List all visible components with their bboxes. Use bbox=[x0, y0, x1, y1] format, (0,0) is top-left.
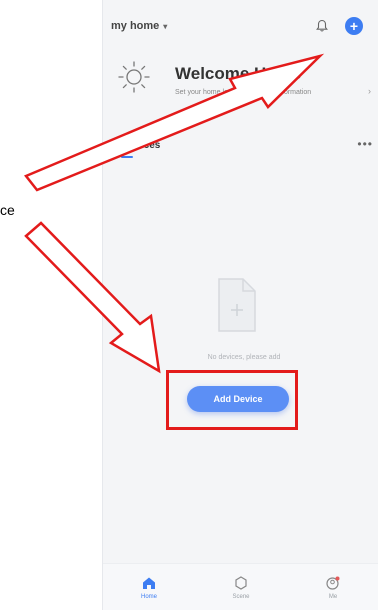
nav-item-scene[interactable]: Scene bbox=[211, 575, 271, 600]
add-device-icon[interactable]: + bbox=[345, 17, 363, 35]
profile-icon bbox=[326, 576, 340, 590]
nav-item-home[interactable]: Home bbox=[119, 575, 179, 600]
tab-all-devices[interactable]: All Devices bbox=[107, 140, 160, 151]
nav-item-me[interactable]: Me bbox=[303, 575, 363, 600]
home-icon bbox=[143, 577, 155, 589]
weather-sun-icon bbox=[118, 61, 150, 93]
chevron-right-icon[interactable]: › bbox=[368, 86, 371, 96]
empty-state-text: No devices, please add bbox=[207, 354, 281, 361]
scene-icon bbox=[235, 575, 247, 590]
empty-document-icon bbox=[218, 278, 256, 332]
nav-label-me: Me bbox=[328, 593, 338, 600]
more-options-icon[interactable]: ••• bbox=[357, 137, 373, 151]
home-name: my home bbox=[111, 20, 160, 32]
top-bar: my home ▾ + bbox=[103, 0, 378, 52]
nav-label-home: Home bbox=[140, 593, 157, 600]
welcome-subtitle: Set your home location for more informat… bbox=[175, 89, 312, 96]
top-icons: + bbox=[315, 17, 363, 35]
add-device-button[interactable]: Add Device bbox=[187, 386, 289, 412]
chevron-down-icon: ▾ bbox=[163, 21, 168, 31]
nav-label-scene: Scene bbox=[232, 593, 250, 600]
callout-text: ce bbox=[0, 202, 15, 218]
bottom-nav: Home Scene Me bbox=[103, 563, 378, 610]
devices-header: All Devices ••• bbox=[103, 134, 378, 164]
welcome-title: Welcome Home bbox=[175, 64, 302, 83]
phone-screen: my home ▾ + Welcome Home Set your home l… bbox=[102, 0, 378, 610]
bell-icon[interactable] bbox=[315, 19, 329, 33]
tab-indicator bbox=[121, 156, 133, 158]
welcome-card[interactable]: Welcome Home Set your home location for … bbox=[103, 52, 378, 122]
home-selector[interactable]: my home ▾ bbox=[111, 20, 167, 32]
